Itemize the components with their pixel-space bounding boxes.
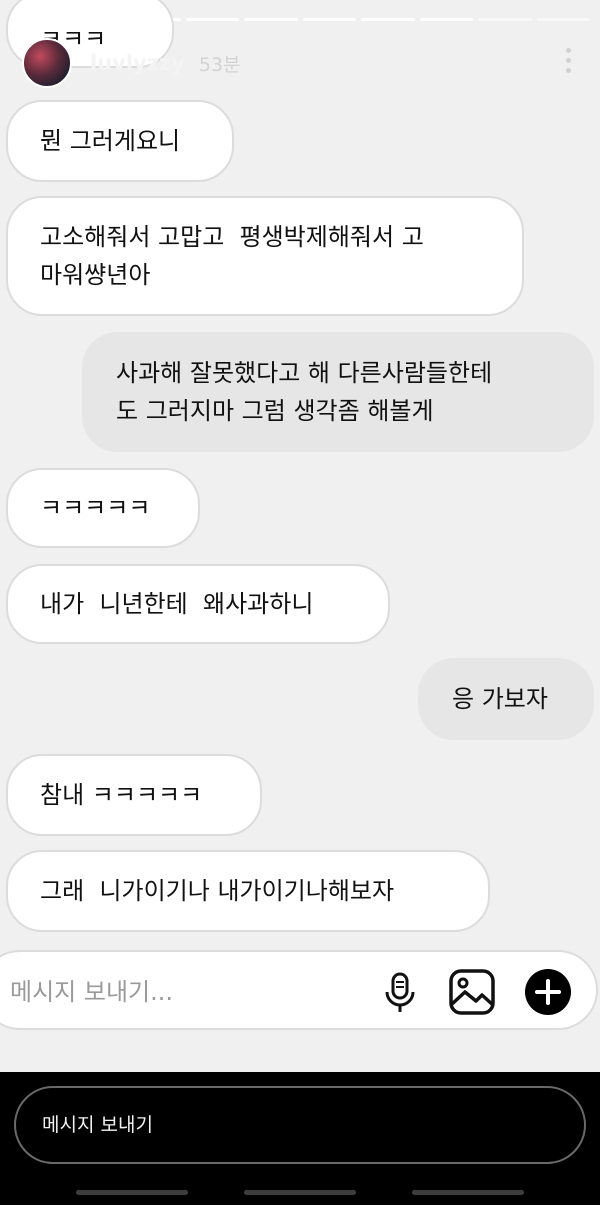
message-bubble-incoming: 참내 ㅋㅋㅋㅋㅋ (6, 754, 262, 836)
message-bubble-incoming: 내가 니년한테 왜사과하니 (6, 564, 390, 644)
message-text: 뭔 그러게요니 (40, 127, 181, 155)
message-bubble-incoming: ㅋㅋㅋㅋㅋ (6, 468, 200, 548)
message-text: 참내 ㅋㅋㅋㅋㅋ (40, 781, 203, 809)
add-circle-icon[interactable] (524, 968, 572, 1016)
more-options-icon[interactable] (566, 48, 572, 76)
message-bubble-outgoing: 응 가보자 (418, 658, 594, 740)
username[interactable]: luvlyzzy (90, 51, 185, 75)
message-composer[interactable]: 메시지 보내기... (0, 950, 598, 1030)
reply-placeholder[interactable]: 메시지 보내기 (42, 1088, 153, 1162)
post-time: 53분 (198, 53, 241, 76)
avatar[interactable] (22, 38, 72, 88)
message-bubble-outgoing: 사과해 잘못했다고 해 다른사람들한테 도 그러지마 그럼 생각좀 해볼게 (82, 332, 594, 452)
nav-bar-indicator (76, 1190, 188, 1195)
message-bubble-incoming: 그래 니가이기나 내가이기나해보자 (6, 850, 490, 932)
nav-bar-indicator (244, 1190, 356, 1195)
message-text: 그래 니가이기나 내가이기나해보자 (40, 877, 395, 905)
story-reply-input[interactable]: 메시지 보내기 (14, 1086, 586, 1164)
message-text: 응 가보자 (452, 685, 548, 713)
nav-bar-indicator (412, 1190, 524, 1195)
gallery-icon[interactable] (448, 968, 496, 1016)
message-text: 사과해 잘못했다고 해 다른사람들한테 도 그러지마 그럼 생각좀 해볼게 (116, 359, 493, 425)
message-input[interactable]: 메시지 보내기... (10, 952, 173, 1032)
message-text: ㅋㅋㅋㅋㅋ (40, 494, 151, 522)
story-header: luvlyzzy 53분 (22, 36, 241, 90)
message-text: 고소해줘서 고맙고 평생박제해줘서 고 마워썅년아 (40, 223, 424, 289)
message-text: 내가 니년한테 왜사과하니 (40, 590, 314, 618)
microphone-icon[interactable] (376, 968, 424, 1016)
message-bubble-incoming: 뭔 그러게요니 (6, 100, 234, 182)
message-bubble-incoming: 고소해줘서 고맙고 평생박제해줘서 고 마워썅년아 (6, 196, 524, 316)
story-screenshot: ㅋㅋㅋ luvlyzzy 53분 뭔 그러게요니 고소해줘서 고맙고 평생박제해… (0, 0, 600, 1072)
